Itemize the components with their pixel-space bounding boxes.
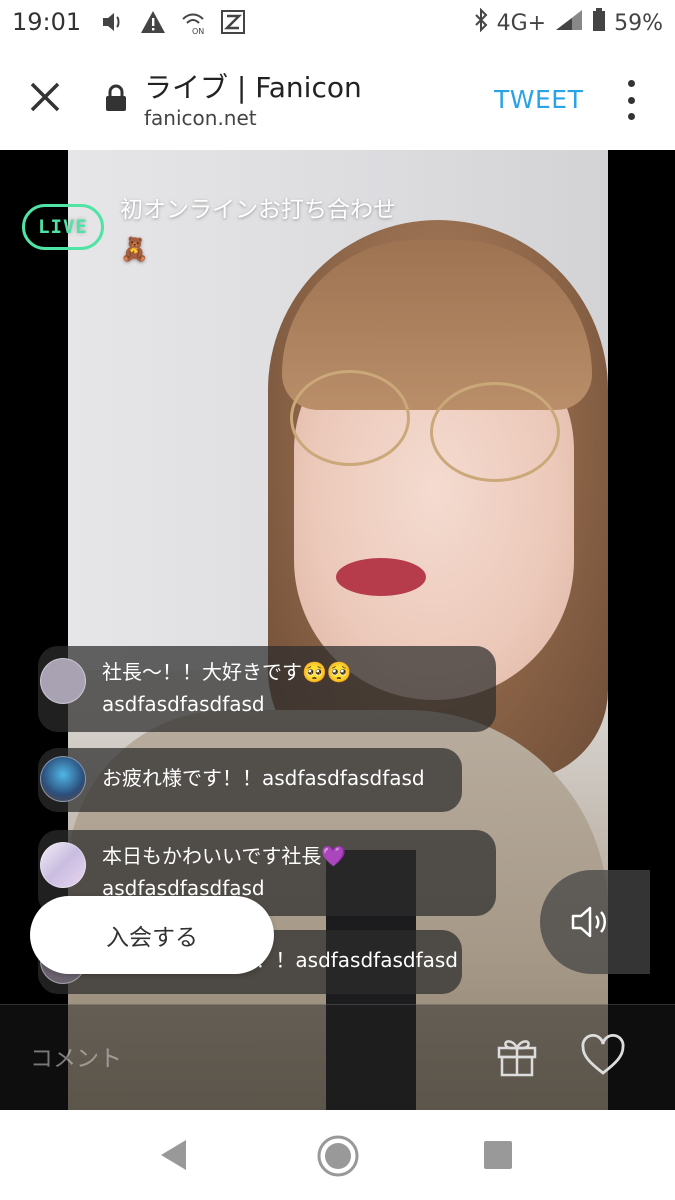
status-icons-right: 4G+ 59% <box>473 7 663 38</box>
wifi-calling-icon: ON <box>180 9 206 35</box>
live-badge: LIVE <box>22 204 104 250</box>
comment-text: お疲れ様です！！asdfasdfasdfasd <box>102 766 425 790</box>
app-z-icon <box>220 9 246 35</box>
gift-icon[interactable] <box>494 1033 540 1079</box>
page-url: fanicon.net <box>144 106 257 130</box>
comment-item: 社長〜！！大好きです🥺🥺asdfasdfasdfasd <box>38 646 496 732</box>
comment-input[interactable] <box>30 1039 430 1079</box>
browser-header: ライブ | Fanicon fanicon.net TWEET <box>0 48 675 150</box>
status-time: 19:01 <box>12 8 82 36</box>
more-options-icon[interactable] <box>620 80 642 120</box>
commenter-avatar <box>40 756 86 802</box>
page-title: ライブ | Fanicon <box>144 71 362 104</box>
live-stage: LIVE 初オンラインお打ち合わせ🧸 社長〜！！大好きです🥺🥺asdfasdfa… <box>0 150 675 1110</box>
status-icons-left: ON <box>100 9 246 35</box>
live-title: 初オンラインお打ち合わせ🧸 <box>120 197 396 263</box>
volume-icon <box>100 9 126 35</box>
sound-toggle-button[interactable] <box>540 870 650 974</box>
comment-text: 社長〜！！大好きです🥺🥺asdfasdfasdfasd <box>102 660 352 716</box>
svg-text:ON: ON <box>192 27 204 35</box>
close-icon[interactable] <box>26 78 64 116</box>
join-button[interactable]: 入会する <box>30 896 274 974</box>
back-icon[interactable] <box>158 1138 190 1176</box>
battery-icon <box>592 8 606 38</box>
heart-icon[interactable] <box>580 1033 626 1079</box>
system-nav-bar <box>0 1110 675 1200</box>
signal-icon <box>554 8 584 38</box>
commenter-avatar <box>40 842 86 888</box>
speaker-icon <box>571 906 606 938</box>
tweet-button[interactable]: TWEET <box>494 85 583 114</box>
bluetooth-icon <box>473 7 489 38</box>
commenter-avatar <box>40 658 86 704</box>
battery-percent: 59% <box>614 10 663 36</box>
comment-item: お疲れ様です！！asdfasdfasdfasd <box>38 748 462 812</box>
network-type: 4G+ <box>496 10 547 36</box>
home-icon[interactable] <box>316 1134 360 1182</box>
warning-icon <box>140 9 166 35</box>
recent-apps-icon[interactable] <box>483 1140 513 1174</box>
comment-bar <box>0 1004 675 1110</box>
status-bar: 19:01 ON 4G+ 59% <box>0 0 675 48</box>
comment-text: 本日もかわいいです社長💜asdfasdfasdfasd <box>102 844 347 900</box>
lock-icon <box>104 84 128 112</box>
